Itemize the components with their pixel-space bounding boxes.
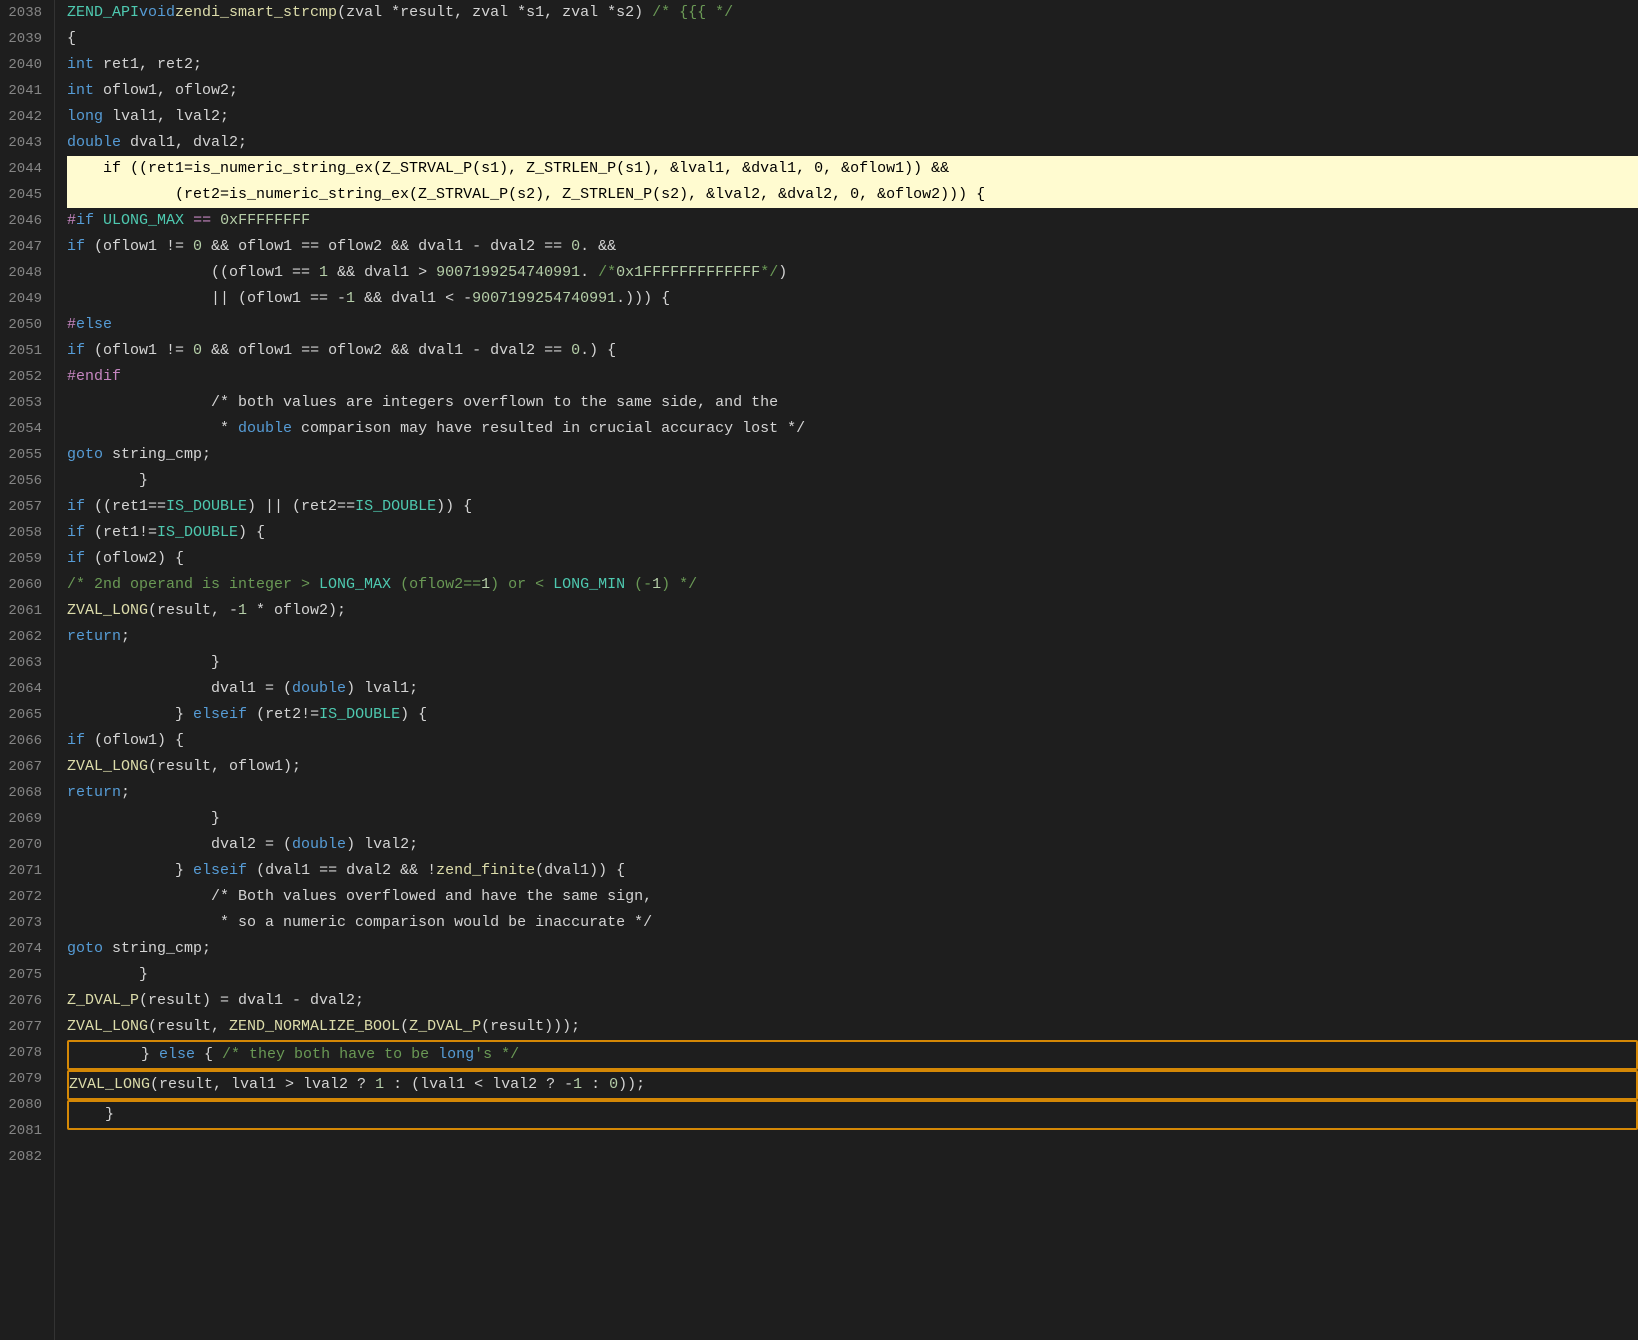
- code-line: if (oflow1 != 0 && oflow1 == oflow2 && d…: [67, 234, 1638, 260]
- line-number: 2059: [8, 546, 42, 572]
- line-number: 2040: [8, 52, 42, 78]
- code-line: goto string_cmp;: [67, 442, 1638, 468]
- code-line: /* Both values overflowed and have the s…: [67, 884, 1638, 910]
- code-line: ZVAL_LONG(result, -1 * oflow2);: [67, 598, 1638, 624]
- code-line: #else: [67, 312, 1638, 338]
- line-number: 2061: [8, 598, 42, 624]
- line-number: 2045: [8, 182, 42, 208]
- line-number: 2038: [8, 0, 42, 26]
- line-number: 2049: [8, 286, 42, 312]
- code-line: #endif: [67, 364, 1638, 390]
- code-line: if (oflow1 != 0 && oflow1 == oflow2 && d…: [67, 338, 1638, 364]
- line-number: 2072: [8, 884, 42, 910]
- code-line: dval2 = (double) lval2;: [67, 832, 1638, 858]
- line-number: 2074: [8, 936, 42, 962]
- line-number: 2039: [8, 26, 42, 52]
- code-line: ZVAL_LONG(result, ZEND_NORMALIZE_BOOL(Z_…: [67, 1014, 1638, 1040]
- code-line: ZEND_API void zendi_smart_strcmp(zval *r…: [67, 0, 1638, 26]
- line-number: 2065: [8, 702, 42, 728]
- code-content[interactable]: ZEND_API void zendi_smart_strcmp(zval *r…: [55, 0, 1638, 1340]
- line-number: 2067: [8, 754, 42, 780]
- code-line: goto string_cmp;: [67, 936, 1638, 962]
- code-line: int oflow1, oflow2;: [67, 78, 1638, 104]
- line-number: 2075: [8, 962, 42, 988]
- code-line: } else if (ret2!=IS_DOUBLE) {: [67, 702, 1638, 728]
- line-number: 2052: [8, 364, 42, 390]
- code-line: /* 2nd operand is integer > LONG_MAX (of…: [67, 572, 1638, 598]
- code-line: } else { /* they both have to be long's …: [67, 1040, 1638, 1070]
- line-number: 2063: [8, 650, 42, 676]
- code-line: if (oflow1) {: [67, 728, 1638, 754]
- line-number: 2050: [8, 312, 42, 338]
- code-line: double dval1, dval2;: [67, 130, 1638, 156]
- line-number: 2064: [8, 676, 42, 702]
- code-line: } else if (dval1 == dval2 && !zend_finit…: [67, 858, 1638, 884]
- line-number: 2055: [8, 442, 42, 468]
- code-line: * double comparison may have resulted in…: [67, 416, 1638, 442]
- line-number: 2048: [8, 260, 42, 286]
- line-number: 2046: [8, 208, 42, 234]
- code-line: ((oflow1 == 1 && dval1 > 900719925474099…: [67, 260, 1638, 286]
- line-number: 2077: [8, 1014, 42, 1040]
- code-line: ZVAL_LONG(result, lval1 > lval2 ? 1 : (l…: [67, 1070, 1638, 1100]
- code-line: if ((ret1=is_numeric_string_ex(Z_STRVAL_…: [67, 156, 1638, 182]
- code-line: int ret1, ret2;: [67, 52, 1638, 78]
- code-line: * so a numeric comparison would be inacc…: [67, 910, 1638, 936]
- line-number: 2079: [8, 1066, 42, 1092]
- line-number: 2043: [8, 130, 42, 156]
- code-line: ZVAL_LONG(result, oflow1);: [67, 754, 1638, 780]
- code-line: }: [67, 650, 1638, 676]
- code-line: if ((ret1==IS_DOUBLE) || (ret2==IS_DOUBL…: [67, 494, 1638, 520]
- line-number: 2076: [8, 988, 42, 1014]
- code-line: Z_DVAL_P(result) = dval1 - dval2;: [67, 988, 1638, 1014]
- line-number: 2057: [8, 494, 42, 520]
- line-number: 2070: [8, 832, 42, 858]
- code-editor: 2038203920402041204220432044204520462047…: [0, 0, 1638, 1340]
- code-line: {: [67, 26, 1638, 52]
- code-line: || (oflow1 == -1 && dval1 < -90071992547…: [67, 286, 1638, 312]
- line-number: 2080: [8, 1092, 42, 1118]
- code-line: return;: [67, 624, 1638, 650]
- line-number: 2047: [8, 234, 42, 260]
- code-line: }: [67, 468, 1638, 494]
- line-number: 2056: [8, 468, 42, 494]
- line-number: 2051: [8, 338, 42, 364]
- code-line: }: [67, 1100, 1638, 1130]
- line-number: 2073: [8, 910, 42, 936]
- line-number: 2069: [8, 806, 42, 832]
- line-number: 2044: [8, 156, 42, 182]
- line-numbers: 2038203920402041204220432044204520462047…: [0, 0, 55, 1340]
- line-number: 2078: [8, 1040, 42, 1066]
- code-line: #if ULONG_MAX == 0xFFFFFFFF: [67, 208, 1638, 234]
- line-number: 2042: [8, 104, 42, 130]
- line-number: 2068: [8, 780, 42, 806]
- line-number: 2062: [8, 624, 42, 650]
- line-number: 2066: [8, 728, 42, 754]
- line-number: 2058: [8, 520, 42, 546]
- line-number: 2054: [8, 416, 42, 442]
- code-line: if (oflow2) {: [67, 546, 1638, 572]
- code-line: }: [67, 962, 1638, 988]
- code-line: return;: [67, 780, 1638, 806]
- code-line: /* both values are integers overflown to…: [67, 390, 1638, 416]
- line-number: 2082: [8, 1144, 42, 1170]
- line-number: 2053: [8, 390, 42, 416]
- line-number: 2041: [8, 78, 42, 104]
- code-line: dval1 = (double) lval1;: [67, 676, 1638, 702]
- code-line: (ret2=is_numeric_string_ex(Z_STRVAL_P(s2…: [67, 182, 1638, 208]
- code-line: long lval1, lval2;: [67, 104, 1638, 130]
- line-number: 2071: [8, 858, 42, 884]
- line-number: 2081: [8, 1118, 42, 1144]
- line-number: 2060: [8, 572, 42, 598]
- code-line: }: [67, 806, 1638, 832]
- code-line: if (ret1!=IS_DOUBLE) {: [67, 520, 1638, 546]
